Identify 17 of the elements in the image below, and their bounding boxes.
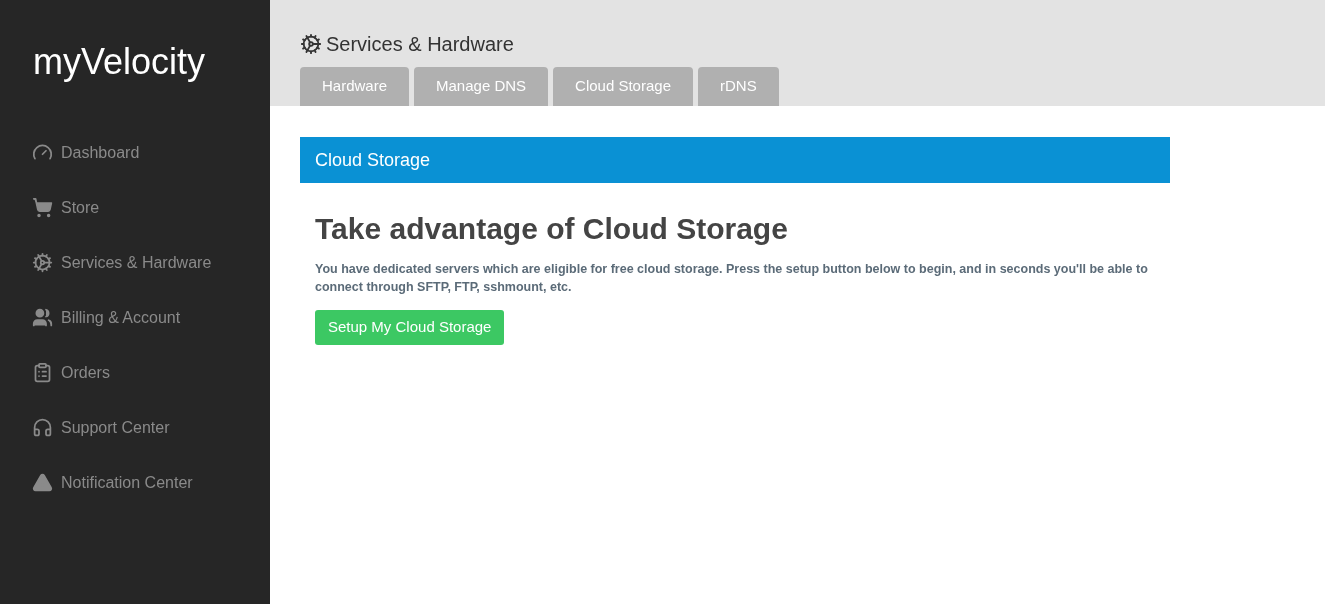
sidebar-item[interactable]: Notification Center	[0, 455, 270, 510]
sidebar-item[interactable]: Services & Hardware	[0, 235, 270, 290]
sidebar-item[interactable]: Support Center	[0, 400, 270, 455]
sidebar-item[interactable]: Dashboard	[0, 125, 270, 180]
heading: Take advantage of Cloud Storage	[315, 211, 789, 247]
panel-title: Cloud Storage	[300, 137, 1170, 183]
description: You have dedicated servers which are eligible for free cloud storage. Press the setup button below to begin, and in seconds you'll be able to connect through SFTP, FTP, sshmount, etc.	[315, 261, 1149, 296]
sidebar-item[interactable]: Orders	[0, 345, 270, 400]
sidebar-item[interactable]: Billing & Account	[0, 290, 270, 345]
cart-icon	[32, 197, 53, 218]
warning-icon	[32, 472, 53, 493]
sidebar-item[interactable]: Store	[0, 180, 270, 235]
headset-icon	[32, 417, 53, 438]
page-title: Services & Hardware	[326, 32, 514, 57]
people-icon	[32, 307, 53, 328]
clipboard-icon	[32, 362, 53, 383]
logo: myVelocity	[32, 40, 207, 84]
